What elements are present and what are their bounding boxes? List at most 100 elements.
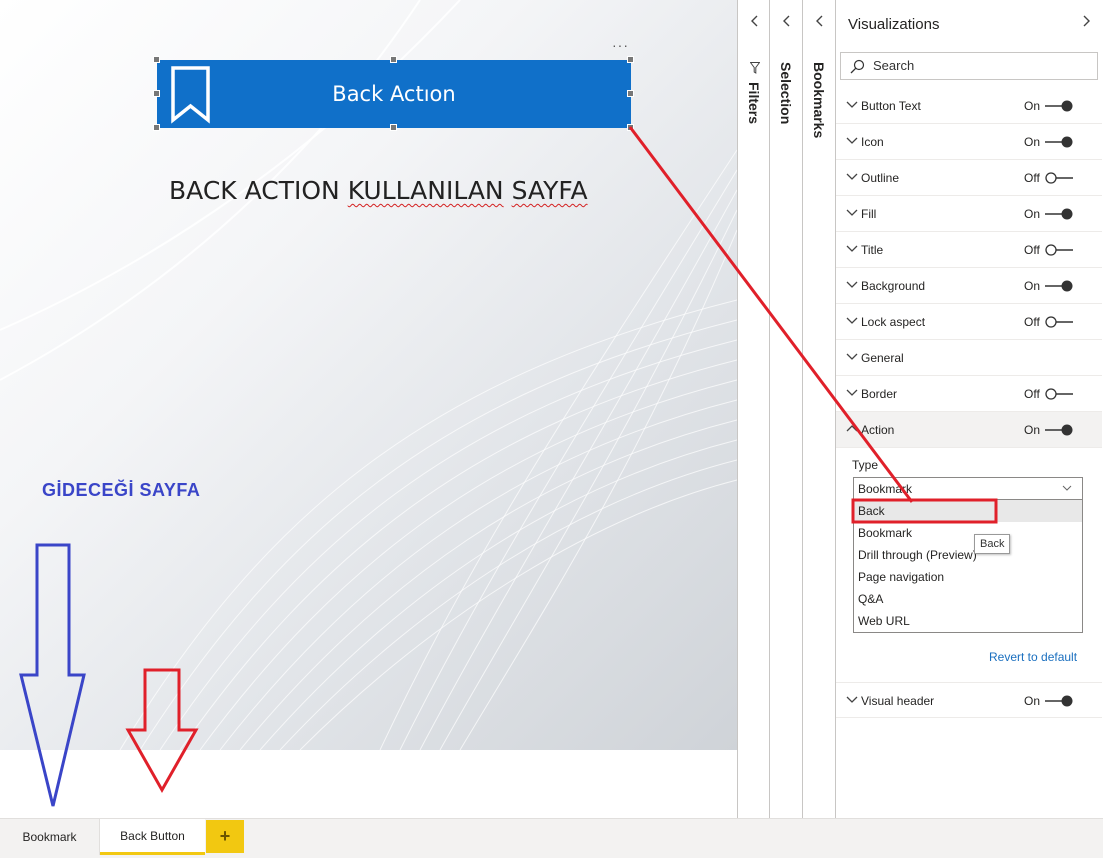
chevron-left-icon[interactable]: [738, 14, 771, 31]
chevron-right-icon[interactable]: [1082, 14, 1091, 31]
format-card-action[interactable]: Action On: [836, 412, 1102, 448]
toggle-switch-on[interactable]: [1044, 279, 1074, 293]
search-icon: [850, 59, 865, 74]
dropdown-selected-value: Bookmark: [858, 482, 913, 496]
format-card-general[interactable]: General: [836, 340, 1102, 376]
toggle-state-text: Off: [1024, 171, 1040, 185]
action-type-label: Type: [852, 458, 879, 472]
toggle-state-text: On: [1024, 99, 1041, 113]
toggle-state-text: On: [1024, 694, 1041, 708]
selection-pane-collapsed[interactable]: Selection: [769, 0, 802, 818]
bookmarks-pane-collapsed[interactable]: Bookmarks: [802, 0, 835, 818]
resize-handle[interactable]: [153, 56, 160, 63]
format-card-outline[interactable]: Outline Off: [836, 160, 1102, 196]
format-card-visual-header[interactable]: Visual header On: [836, 682, 1102, 718]
chevron-left-icon[interactable]: [770, 14, 803, 31]
page-tab-back-button[interactable]: Back Button: [100, 819, 205, 855]
page-tab-bookmark[interactable]: Bookmark: [0, 819, 100, 855]
format-card-label: Visual header: [861, 694, 935, 708]
visualizations-pane: Visualizations Button Text On Icon: [835, 0, 1103, 818]
format-card-lock-aspect[interactable]: Lock aspect Off: [836, 304, 1102, 340]
dropdown-option-drill-through[interactable]: Drill through (Preview): [854, 544, 1082, 566]
toggle-switch-on[interactable]: [1044, 694, 1074, 708]
toggle-switch-on[interactable]: [1044, 207, 1074, 221]
heading-space: [504, 176, 512, 205]
chevron-down-icon: [846, 389, 858, 396]
page-tab-bar: Bookmark Back Button +: [0, 818, 1103, 858]
format-card-label: Button Text: [861, 99, 921, 113]
chevron-down-icon: [846, 696, 858, 703]
action-type-options-list: Back Bookmark Drill through (Preview) Pa…: [853, 499, 1083, 633]
dropdown-option-qna[interactable]: Q&A: [854, 588, 1082, 610]
resize-handle[interactable]: [153, 90, 160, 97]
chevron-down-icon: [846, 281, 858, 288]
chevron-up-icon: [846, 425, 858, 432]
back-action-button-visual[interactable]: Back Actıon: [157, 60, 631, 128]
search-input[interactable]: [873, 58, 1083, 73]
format-card-title[interactable]: Title Off: [836, 232, 1102, 268]
action-type-dropdown[interactable]: Bookmark: [853, 477, 1083, 500]
resize-handle[interactable]: [390, 56, 397, 63]
toggle-switch-off[interactable]: [1044, 171, 1074, 185]
bookmarks-pane-title[interactable]: Bookmarks: [811, 62, 827, 138]
canvas-footer-area: [0, 750, 737, 818]
format-card-label: Fill: [861, 207, 877, 221]
heading-text-misspelled: SAYFA: [511, 176, 588, 205]
resize-handle[interactable]: [627, 124, 634, 131]
chevron-down-icon: [846, 353, 858, 360]
format-card-border[interactable]: Border Off: [836, 376, 1102, 412]
format-search-box[interactable]: [840, 52, 1098, 80]
heading-text-misspelled: KULLANILAN: [347, 176, 504, 205]
target-page-annotation: GİDECEĞİ SAYFA: [42, 480, 201, 500]
chevron-down-icon: [1062, 485, 1072, 491]
toggle-state-text: Off: [1024, 387, 1040, 401]
format-card-background[interactable]: Background On: [836, 268, 1102, 304]
format-card-label: Title: [861, 243, 884, 257]
toggle-switch-on[interactable]: [1044, 135, 1074, 149]
toggle-switch-on[interactable]: [1044, 99, 1074, 113]
chevron-down-icon: [846, 245, 858, 252]
selection-pane-title[interactable]: Selection: [778, 62, 794, 124]
format-card-label: Outline: [861, 171, 900, 185]
dropdown-option-back[interactable]: Back: [854, 500, 1082, 522]
revert-to-default-link[interactable]: Revert to default: [989, 650, 1077, 664]
format-card-button-text[interactable]: Button Text On: [836, 88, 1102, 124]
toggle-state-text: On: [1024, 423, 1041, 437]
format-card-label: Border: [861, 387, 898, 401]
button-visual-label: Back Actıon: [332, 82, 456, 106]
more-options-icon[interactable]: ···: [612, 37, 629, 53]
chevron-down-icon: [846, 137, 858, 144]
add-page-button[interactable]: +: [206, 820, 244, 853]
resize-handle[interactable]: [390, 124, 397, 131]
toggle-switch-on[interactable]: [1044, 423, 1074, 437]
toggle-state-text: Off: [1024, 315, 1040, 329]
dropdown-option-bookmark[interactable]: Bookmark: [854, 522, 1082, 544]
toggle-state-text: Off: [1024, 243, 1040, 257]
page-heading: BACK ACTION KULLANILAN SAYFA: [169, 176, 588, 205]
format-card-label: Lock aspect: [861, 315, 926, 329]
toggle-state-text: On: [1024, 279, 1041, 293]
chevron-down-icon: [846, 173, 858, 180]
toggle-switch-off[interactable]: [1044, 387, 1074, 401]
dropdown-option-page-navigation[interactable]: Page navigation: [854, 566, 1082, 588]
funnel-icon: [750, 62, 760, 74]
format-card-label: Action: [861, 423, 895, 437]
chevron-down-icon: [846, 101, 858, 108]
format-card-icon[interactable]: Icon On: [836, 124, 1102, 160]
format-card-fill[interactable]: Fill On: [836, 196, 1102, 232]
filters-pane-title[interactable]: Filters: [746, 82, 762, 124]
resize-handle[interactable]: [627, 56, 634, 63]
resize-handle[interactable]: [627, 90, 634, 97]
powerbi-window: ··· Back Actıon BACK ACTION KULLANILAN S…: [0, 0, 1103, 858]
chevron-left-icon[interactable]: [803, 14, 836, 31]
chevron-down-icon: [846, 209, 858, 216]
toggle-switch-off[interactable]: [1044, 243, 1074, 257]
toggle-switch-off[interactable]: [1044, 315, 1074, 329]
resize-handle[interactable]: [153, 124, 160, 131]
filters-pane-collapsed[interactable]: Filters: [737, 0, 770, 818]
dropdown-option-web-url[interactable]: Web URL: [854, 610, 1082, 632]
report-canvas[interactable]: ··· Back Actıon BACK ACTION KULLANILAN S…: [0, 0, 737, 818]
format-card-label: General: [861, 351, 904, 365]
option-tooltip: Back: [974, 534, 1011, 554]
visualizations-title: Visualizations: [848, 16, 940, 33]
